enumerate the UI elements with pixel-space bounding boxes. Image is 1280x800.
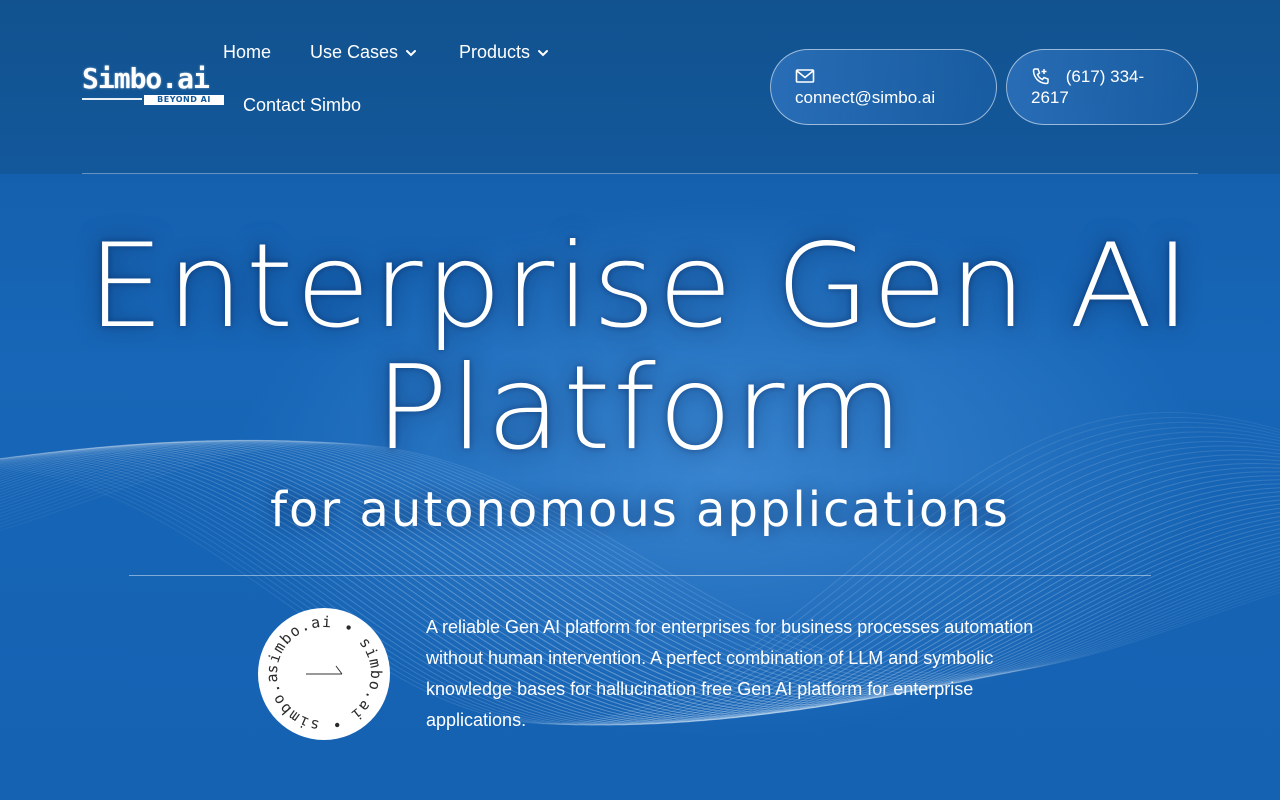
- nav-products-label: Products: [459, 42, 531, 62]
- chevron-down-icon: [538, 49, 549, 56]
- scroll-badge[interactable]: simbo.ai • simbo.ai • simbo.ai •: [258, 608, 390, 740]
- hero-title-line2: Platform: [374, 341, 906, 476]
- phone-icon: [1032, 68, 1049, 85]
- email-address: connect@simbo.ai: [795, 88, 936, 107]
- nav-home[interactable]: Home: [223, 42, 271, 63]
- envelope-icon: [795, 69, 815, 83]
- nav-use-cases-label: Use Cases: [310, 42, 399, 62]
- email-contact-button[interactable]: connect@simbo.ai: [770, 49, 997, 125]
- nav-contact-label: Contact Simbo: [243, 95, 362, 115]
- phone-contact-button[interactable]: (617) 334- 2617: [1006, 49, 1198, 125]
- hero-title-line1: Enterprise Gen AI: [87, 219, 1193, 354]
- phone-number-line2: 2617: [1031, 88, 1069, 107]
- phone-number-line1: (617) 334-: [1065, 67, 1145, 86]
- nav-home-label: Home: [223, 42, 272, 62]
- nav-contact[interactable]: Contact Simbo: [243, 95, 361, 116]
- logo-wordmark: Simbo.ai: [82, 62, 210, 95]
- badge-ring-text: simbo.ai • simbo.ai • simbo.ai •: [258, 608, 385, 735]
- nav-products[interactable]: Products: [459, 42, 550, 63]
- logo-underline: [82, 98, 142, 100]
- badge-graphic: simbo.ai • simbo.ai • simbo.ai •: [258, 608, 385, 735]
- arrow-right-icon: [306, 665, 343, 675]
- hero-divider: [129, 575, 1151, 576]
- hero-description: A reliable Gen AI platform for enterpris…: [426, 617, 1034, 730]
- logo[interactable]: Simbo.ai BEYOND AI: [82, 64, 224, 108]
- chevron-down-icon: [406, 49, 417, 56]
- logo-tagline: BEYOND AI: [144, 95, 224, 105]
- hero-subtitle: for autonomous applications: [270, 482, 1010, 538]
- nav-use-cases[interactable]: Use Cases: [310, 42, 418, 63]
- header-divider: [82, 173, 1198, 174]
